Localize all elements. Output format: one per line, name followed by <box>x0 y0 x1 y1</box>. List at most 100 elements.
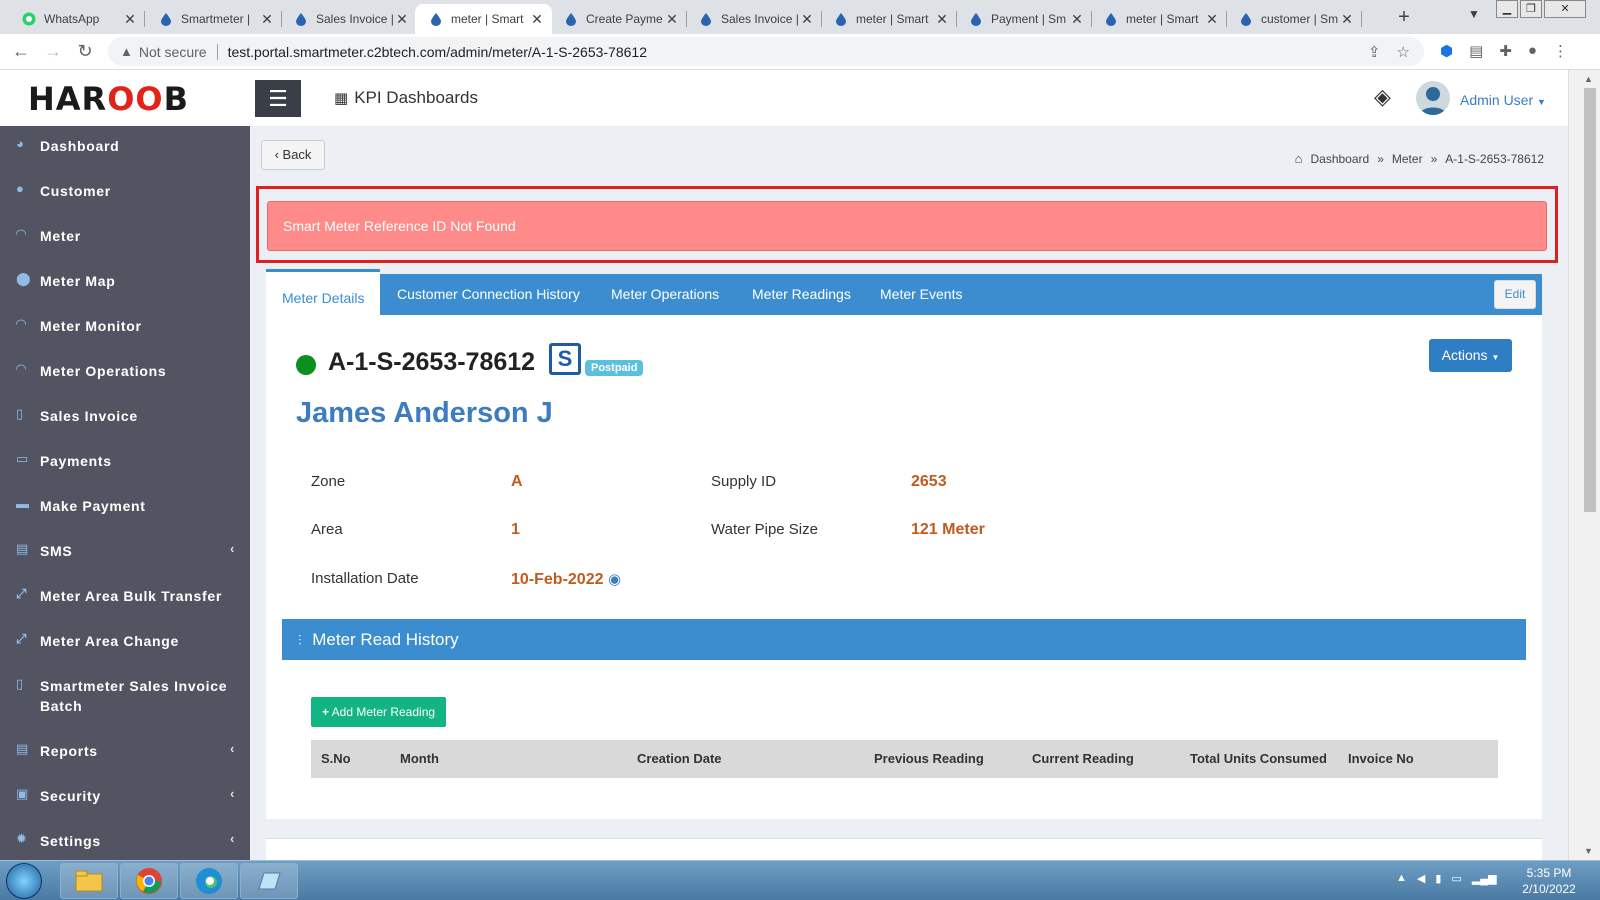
column-header[interactable]: Current Reading <box>1032 740 1134 778</box>
close-icon[interactable]: ✕ <box>1205 11 1219 28</box>
volume-muted-icon[interactable]: ◀ <box>1417 872 1425 885</box>
user-menu[interactable]: Admin User ▼ <box>1460 92 1546 108</box>
tab-meter-readings[interactable]: Meter Readings <box>752 274 851 315</box>
hamburger-menu-button[interactable]: ☰ <box>255 80 301 117</box>
back-button[interactable]: ‹ Back <box>261 140 325 170</box>
sidebar-item-meter-area-change[interactable]: ⤢ Meter Area Change <box>0 631 250 651</box>
chrome-icon[interactable] <box>120 863 178 899</box>
column-header[interactable]: Month <box>400 740 439 778</box>
system-clock[interactable]: 5:35 PM 2/10/2022 <box>1514 865 1584 897</box>
warning-icon: ▲ <box>120 44 133 59</box>
sidebar-item-meter-area-bulk-transfer[interactable]: ⤢ Meter Area Bulk Transfer <box>0 586 250 606</box>
battery-icon[interactable]: ▮ <box>1435 872 1441 885</box>
profile-icon[interactable]: ● <box>1528 42 1537 60</box>
browser-tab[interactable]: Payment | Sm ✕ <box>955 4 1092 34</box>
clipboard-icon[interactable]: ▤ <box>1469 42 1483 60</box>
sidebar-item-reports[interactable]: ▤ Reports ‹ <box>0 741 250 761</box>
avatar[interactable] <box>1416 81 1450 115</box>
tab-meter-details[interactable]: Meter Details <box>266 269 381 315</box>
sidebar-item-meter-map[interactable]: ⬤ Meter Map <box>0 271 250 291</box>
signal-icon[interactable]: ▂▄▆ <box>1472 872 1497 885</box>
breadcrumb-separator: » <box>1377 151 1384 166</box>
column-header[interactable]: Creation Date <box>637 740 722 778</box>
edge-icon[interactable] <box>180 863 238 899</box>
close-icon[interactable]: ✕ <box>260 11 274 28</box>
close-icon[interactable]: ✕ <box>665 11 679 28</box>
puzzle-icon[interactable]: ✚ <box>1499 42 1512 60</box>
minimize-icon[interactable]: ▁ <box>1496 0 1518 18</box>
add-meter-reading-button[interactable]: + Add Meter Reading <box>311 697 446 727</box>
gauge-icon: ◠ <box>16 226 27 241</box>
column-header[interactable]: Previous Reading <box>874 740 984 778</box>
close-icon[interactable]: ✕ <box>123 11 137 28</box>
browser-tab[interactable]: WhatsApp ✕ <box>8 4 145 34</box>
scroll-up-icon[interactable]: ▲ <box>1584 74 1593 84</box>
notepad-icon[interactable] <box>240 863 298 899</box>
sidebar-item-sms[interactable]: ▤ SMS ‹ <box>0 541 250 561</box>
sidebar-item-label: Payments <box>40 453 112 469</box>
kebab-menu-icon[interactable]: ⋮ <box>1553 42 1568 60</box>
file-explorer-icon[interactable] <box>60 863 118 899</box>
scrollbar-thumb[interactable] <box>1584 88 1596 512</box>
address-bar[interactable]: ▲ Not secure test.portal.smartmeter.c2bt… <box>108 37 1424 66</box>
page-scrollbar[interactable]: ▲ ▼ <box>1568 70 1600 860</box>
sidebar-item-smartmeter-sales-invoice-batch[interactable]: ▯ Smartmeter Sales Invoice Batch <box>0 676 250 716</box>
sidebar-item-sales-invoice[interactable]: ▯ Sales Invoice <box>0 406 250 426</box>
tray-expand-icon[interactable]: ▲ <box>1396 872 1407 885</box>
breadcrumb-link-meter[interactable]: Meter <box>1392 152 1423 166</box>
extension-shield-icon[interactable]: ⬢ <box>1440 42 1453 60</box>
close-icon[interactable]: ✕ <box>395 11 409 28</box>
eye-icon[interactable]: ◉ <box>608 571 621 588</box>
back-arrow-icon[interactable]: ← <box>10 41 32 62</box>
edit-button[interactable]: Edit <box>1494 280 1536 309</box>
actions-dropdown-button[interactable]: Actions ▼ <box>1429 339 1512 372</box>
browser-tab-active[interactable]: meter | Smart ✕ <box>415 4 552 34</box>
sidebar-item-label: Meter Map <box>40 273 116 289</box>
browser-tab[interactable]: Sales Invoice | ✕ <box>685 4 822 34</box>
tab-meter-operations[interactable]: Meter Operations <box>611 274 719 315</box>
browser-tab[interactable]: Sales Invoice | ✕ <box>280 4 417 34</box>
browser-tab[interactable]: Create Payme ✕ <box>550 4 687 34</box>
browser-tab[interactable]: meter | Smart ✕ <box>820 4 957 34</box>
share-icon[interactable]: ⇪ <box>1368 43 1381 61</box>
network-icon[interactable]: ▭ <box>1451 872 1461 885</box>
sidebar-item-meter-operations[interactable]: ◠ Meter Operations <box>0 361 250 381</box>
column-header[interactable]: Invoice No <box>1348 740 1414 778</box>
scroll-down-icon[interactable]: ▼ <box>1584 846 1593 856</box>
reload-icon[interactable]: ↻ <box>74 41 96 62</box>
restore-icon[interactable]: ❐ <box>1520 0 1542 18</box>
column-header[interactable]: S.No <box>321 740 351 778</box>
brand-logo[interactable]: HAROOB <box>28 80 189 118</box>
new-tab-button[interactable]: + <box>1392 6 1416 29</box>
sidebar-item-settings[interactable]: ✹ Settings ‹ <box>0 831 250 851</box>
browser-tab[interactable]: meter | Smart ✕ <box>1090 4 1227 34</box>
column-header[interactable]: Total Units Consumed <box>1190 740 1327 778</box>
sidebar-item-make-payment[interactable]: ▬ Make Payment <box>0 496 250 516</box>
ticket-icon[interactable]: ◈ <box>1374 84 1391 110</box>
close-icon[interactable]: ✕ <box>1070 11 1084 28</box>
installation-date-label: Installation Date <box>311 570 419 587</box>
tab-customer-connection-history[interactable]: Customer Connection History <box>397 274 580 315</box>
kpi-dashboards-link[interactable]: ▦ KPI Dashboards <box>334 88 478 108</box>
sidebar-item-meter[interactable]: ◠ Meter <box>0 226 250 246</box>
sidebar-item-payments[interactable]: ▭ Payments <box>0 451 250 471</box>
gauge-icon: ◠ <box>16 316 27 331</box>
customer-name[interactable]: James Anderson J <box>296 397 553 430</box>
sidebar-item-dashboard[interactable]: ◕ Dashboard <box>0 136 250 156</box>
close-window-icon[interactable]: ✕ <box>1544 0 1586 18</box>
forward-arrow-icon[interactable]: → <box>42 41 64 62</box>
bookmark-star-icon[interactable]: ☆ <box>1397 43 1410 61</box>
close-icon[interactable]: ✕ <box>530 11 544 28</box>
sidebar-item-security[interactable]: ▣ Security ‹ <box>0 786 250 806</box>
breadcrumb-link-dashboard[interactable]: Dashboard <box>1310 152 1369 166</box>
windows-start-icon[interactable] <box>6 863 42 899</box>
close-icon[interactable]: ✕ <box>800 11 814 28</box>
chevron-down-icon[interactable]: ▼ <box>1468 7 1480 21</box>
browser-tab[interactable]: Smartmeter | ✕ <box>145 4 282 34</box>
sidebar-item-meter-monitor[interactable]: ◠ Meter Monitor <box>0 316 250 336</box>
tab-meter-events[interactable]: Meter Events <box>880 274 962 315</box>
close-icon[interactable]: ✕ <box>1340 11 1354 28</box>
close-icon[interactable]: ✕ <box>935 11 949 28</box>
browser-tab[interactable]: customer | Sm ✕ <box>1225 4 1362 34</box>
sidebar-item-customer[interactable]: ● Customer <box>0 181 250 201</box>
